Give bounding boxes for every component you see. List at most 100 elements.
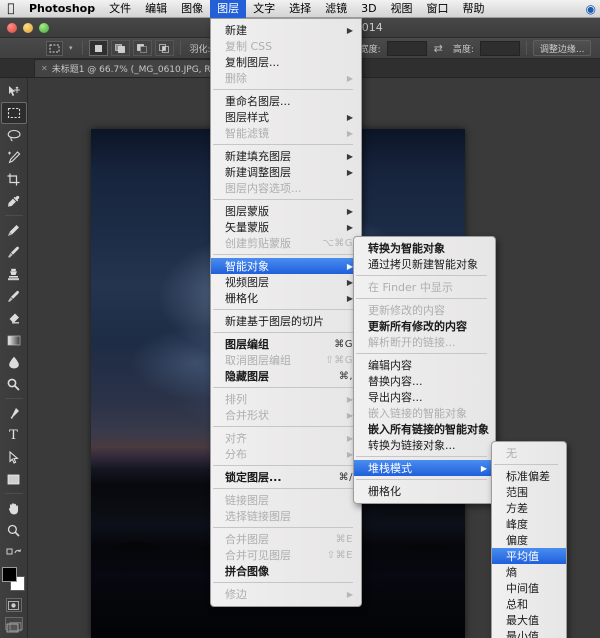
quick-selection-tool[interactable] — [1, 146, 27, 168]
stack-mode-menu-item[interactable]: 偏度 — [492, 532, 566, 548]
layer-menu-item[interactable]: 新建▶ — [211, 22, 361, 38]
stack-mode-menu-item[interactable]: 平均值 — [492, 548, 566, 564]
smart-object-menu-item[interactable]: 通过拷贝新建智能对象 — [354, 256, 495, 272]
smart-object-menu-item[interactable]: 更新所有修改的内容 — [354, 318, 495, 334]
stack-mode-menu-item[interactable]: 最小值 — [492, 628, 566, 638]
stack-mode-menu-item[interactable]: 范围 — [492, 484, 566, 500]
menu-item-label: 新建 — [225, 22, 333, 38]
screen-mode-icon[interactable] — [5, 617, 23, 630]
layer-menu-item[interactable]: 图层样式▶ — [211, 109, 361, 125]
stack-mode-menu-item[interactable]: 中间值 — [492, 580, 566, 596]
smart-object-menu-item[interactable]: 嵌入所有链接的智能对象 — [354, 421, 495, 437]
lasso-tool[interactable] — [1, 124, 27, 146]
crop-tool[interactable] — [1, 168, 27, 190]
eyedropper-tool[interactable] — [1, 190, 27, 212]
intersect-selection-button[interactable] — [155, 40, 174, 56]
menu-item-edit[interactable]: 编辑 — [138, 0, 174, 18]
menu-item-3d[interactable]: 3D — [354, 0, 383, 18]
layer-menu-item[interactable]: 重命名图层... — [211, 93, 361, 109]
smart-object-submenu[interactable]: 转换为智能对象通过拷贝新建智能对象在 Finder 中显示更新修改的内容更新所有… — [353, 236, 496, 504]
menu-item-layer[interactable]: 图层 — [210, 0, 246, 18]
layer-menu-item[interactable]: 矢量蒙版▶ — [211, 219, 361, 235]
refine-edge-button[interactable]: 调整边缘... — [533, 40, 592, 56]
spot-healing-brush-tool[interactable] — [1, 219, 27, 241]
dodge-tool[interactable] — [1, 373, 27, 395]
eraser-tool[interactable] — [1, 307, 27, 329]
height-input[interactable] — [480, 41, 520, 56]
smart-object-menu-item[interactable]: 转换为智能对象 — [354, 240, 495, 256]
layer-menu-item[interactable]: 图层蒙版▶ — [211, 203, 361, 219]
new-selection-button[interactable] — [89, 40, 108, 56]
tool-preset-caret-icon[interactable]: ▾ — [66, 44, 76, 52]
width-input[interactable] — [387, 41, 427, 56]
layer-menu[interactable]: 新建▶复制 CSS复制图层...删除▶重命名图层...图层样式▶智能滤镜▶新建填… — [210, 18, 362, 607]
gradient-tool[interactable] — [1, 329, 27, 351]
smart-object-menu-item[interactable]: 栅格化 — [354, 483, 495, 499]
rectangle-shape-tool[interactable] — [1, 468, 27, 490]
smart-object-menu-item[interactable]: 编辑内容 — [354, 357, 495, 373]
layer-menu-item[interactable]: 新建调整图层▶ — [211, 164, 361, 180]
layer-menu-item[interactable]: 智能对象▶ — [211, 258, 361, 274]
minimize-button[interactable] — [23, 23, 33, 33]
stack-mode-menu-item[interactable]: 最大值 — [492, 612, 566, 628]
stack-mode-menu-item[interactable]: 标准偏差 — [492, 468, 566, 484]
foreground-color-swatch[interactable] — [2, 567, 17, 582]
menu-item-view[interactable]: 视图 — [384, 0, 420, 18]
menu-item-image[interactable]: 图像 — [174, 0, 210, 18]
stack-mode-menu-item: 无 — [492, 445, 566, 461]
smart-object-menu-item[interactable]: 堆栈模式▶ — [354, 460, 495, 476]
layer-menu-item[interactable]: 新建基于图层的切片 — [211, 313, 361, 329]
menu-item-label: 合并可见图层 — [225, 547, 313, 563]
zoom-tool[interactable] — [1, 519, 27, 541]
close-tab-icon[interactable]: ✕ — [41, 64, 48, 73]
move-tool[interactable] — [1, 80, 27, 102]
layer-menu-item: 合并图层⌘E — [211, 531, 361, 547]
menu-item-file[interactable]: 文件 — [102, 0, 138, 18]
eye-accessibility-icon[interactable]: ◉ — [586, 2, 600, 16]
layer-menu-item[interactable]: 复制图层... — [211, 54, 361, 70]
smart-object-menu-item[interactable]: 导出内容... — [354, 389, 495, 405]
add-to-selection-button[interactable] — [111, 40, 130, 56]
brush-tool[interactable] — [1, 241, 27, 263]
layer-menu-item[interactable]: 新建填充图层▶ — [211, 148, 361, 164]
apple-logo-icon[interactable]:  — [0, 2, 22, 16]
menu-item-help[interactable]: 帮助 — [456, 0, 492, 18]
menu-item-type[interactable]: 文字 — [246, 0, 282, 18]
pen-tool[interactable] — [1, 402, 27, 424]
type-tool[interactable]: T — [1, 424, 27, 446]
stack-mode-menu-item[interactable]: 总和 — [492, 596, 566, 612]
subtract-from-selection-button[interactable] — [133, 40, 152, 56]
menu-item-window[interactable]: 窗口 — [420, 0, 456, 18]
hand-tool[interactable] — [1, 497, 27, 519]
stack-mode-menu-item[interactable]: 熵 — [492, 564, 566, 580]
menu-separator — [494, 464, 558, 465]
zoom-button[interactable] — [39, 23, 49, 33]
rectangular-marquee-tool[interactable] — [1, 102, 27, 124]
extra-tools-icon[interactable] — [1, 541, 27, 563]
clone-stamp-tool[interactable] — [1, 263, 27, 285]
layer-menu-item[interactable]: 隐藏图层⌘, — [211, 368, 361, 384]
layer-menu-item[interactable]: 拼合图像 — [211, 563, 361, 579]
stack-mode-menu-item[interactable]: 方差 — [492, 500, 566, 516]
layer-menu-item[interactable]: 视频图层▶ — [211, 274, 361, 290]
menu-item-filter[interactable]: 滤镜 — [318, 0, 354, 18]
blur-tool[interactable] — [1, 351, 27, 373]
smart-object-menu-item[interactable]: 转换为链接对象... — [354, 437, 495, 453]
layer-menu-item[interactable]: 栅格化▶ — [211, 290, 361, 306]
history-brush-tool[interactable] — [1, 285, 27, 307]
smart-object-menu-item[interactable]: 替换内容... — [354, 373, 495, 389]
menu-item-select[interactable]: 选择 — [282, 0, 318, 18]
layer-menu-item[interactable]: 图层编组⌘G — [211, 336, 361, 352]
close-button[interactable] — [7, 23, 17, 33]
path-selection-tool[interactable] — [1, 446, 27, 468]
color-swatches[interactable] — [1, 566, 27, 594]
menu-app-name[interactable]: Photoshop — [22, 0, 102, 18]
swap-width-height-icon[interactable]: ⇄ — [430, 42, 447, 55]
document-tab[interactable]: ✕ 未标题1 @ 66.7% (_MG_0610.JPG, RGB — [34, 59, 234, 77]
rectangular-marquee-icon[interactable] — [46, 41, 63, 56]
stack-mode-submenu[interactable]: 无标准偏差范围方差峰度偏度平均值熵中间值总和最大值最小值 — [491, 441, 567, 638]
layer-menu-item[interactable]: 锁定图层...⌘/ — [211, 469, 361, 485]
quick-mask-icon[interactable] — [6, 598, 22, 612]
stack-mode-menu-item[interactable]: 峰度 — [492, 516, 566, 532]
menu-item-label: 取消图层编组 — [225, 352, 311, 368]
